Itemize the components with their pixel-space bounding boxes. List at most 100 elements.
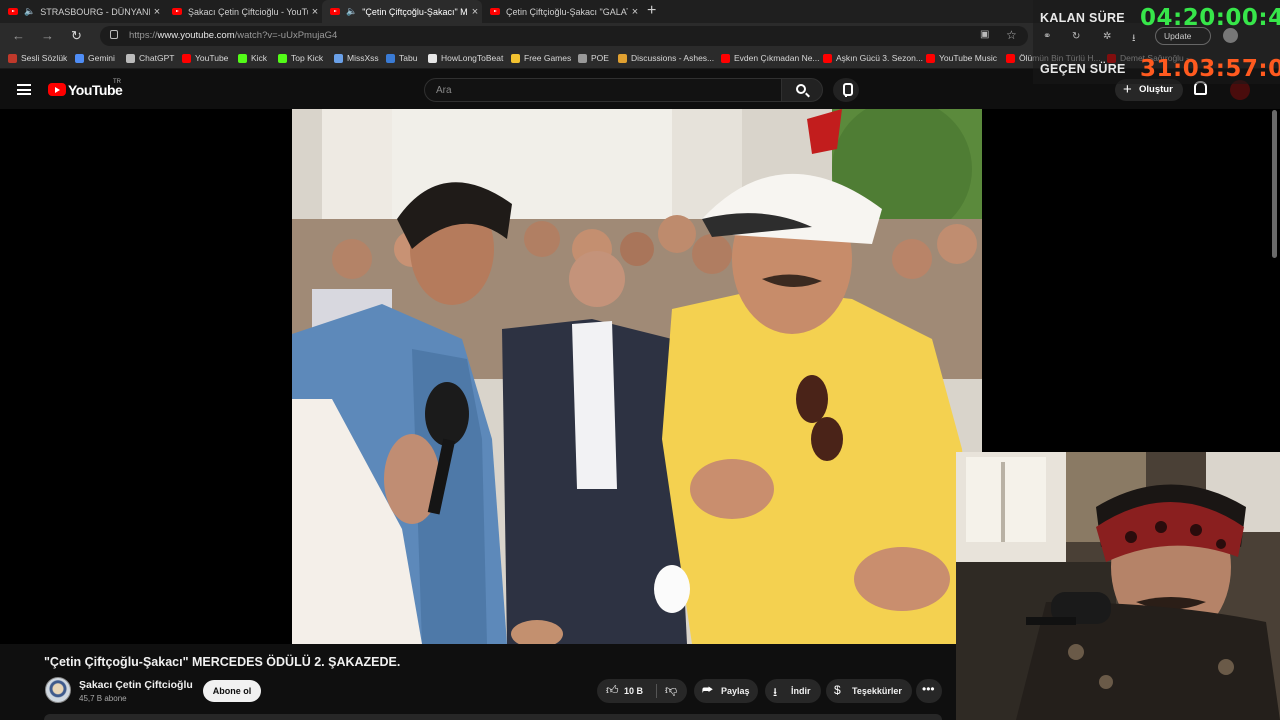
- bookmark-item[interactable]: HowLongToBeat: [428, 53, 503, 63]
- bookmark-label: YouTube Music: [939, 53, 997, 63]
- bookmark-item[interactable]: Aşkın Gücü 3. Sezon...: [823, 53, 923, 63]
- bookmark-favicon-icon: [511, 53, 520, 63]
- tab-title: "Çetin Çiftçoğlu-Şakacı" MERC: [362, 6, 468, 17]
- youtube-favicon-icon: [8, 8, 18, 15]
- channel-avatar[interactable]: [45, 677, 71, 703]
- bookmark-label: Discussions - Ashes...: [631, 53, 715, 63]
- tab-title: Çetin Çiftçioğlu-Şakacı "GALATA K: [506, 6, 628, 17]
- bookmark-favicon-icon: [428, 53, 437, 63]
- bookmark-label: Tabu: [399, 53, 418, 63]
- like-count: 10 B: [624, 686, 644, 696]
- close-tab-icon[interactable]: ×: [628, 6, 642, 18]
- close-tab-icon[interactable]: ×: [308, 6, 322, 18]
- hamburger-menu-icon[interactable]: [17, 84, 31, 95]
- create-label: Oluştur: [1139, 84, 1173, 95]
- download-button[interactable]: ⭳ İndir: [765, 679, 821, 703]
- thumbs-up-icon: 👍︎: [606, 683, 619, 697]
- download-icon[interactable]: ⭳: [1132, 31, 1136, 48]
- forward-arrow-icon[interactable]: →: [41, 28, 54, 43]
- like-dislike-group: 👍︎ 10 B 👎︎: [597, 679, 687, 703]
- bookmark-label: ChatGPT: [139, 53, 175, 63]
- bookmark-item[interactable]: Discussions - Ashes...: [618, 53, 714, 63]
- more-horizontal-icon: •••: [922, 682, 935, 696]
- download-label: İndir: [791, 686, 811, 696]
- share-button[interactable]: ⮫ Paylaş: [694, 679, 758, 703]
- bookmark-item[interactable]: Tabu: [386, 53, 417, 63]
- bookmark-label: YouTube: [195, 53, 229, 63]
- close-tab-icon[interactable]: ×: [468, 6, 482, 18]
- voice-search-mic-icon[interactable]: [833, 78, 859, 102]
- bookmark-label: Kick: [251, 53, 268, 63]
- channel-name[interactable]: Şakacı Çetin Çiftcioğlu: [79, 679, 193, 691]
- sync-icon[interactable]: ↻: [1072, 31, 1080, 42]
- webcam-picture: [956, 452, 1280, 720]
- bookmark-item[interactable]: Gemini: [75, 53, 115, 63]
- video-frame[interactable]: [292, 109, 982, 644]
- elapsed-label: GEÇEN SÜRE: [1040, 62, 1126, 76]
- bookmark-item[interactable]: YouTube: [182, 53, 228, 63]
- share-label: Paylaş: [721, 686, 750, 696]
- bookmark-favicon-icon: [721, 53, 730, 63]
- remaining-time: 04:20:00:49: [1140, 5, 1280, 31]
- new-tab-icon[interactable]: +: [647, 2, 656, 20]
- bookmark-item[interactable]: Top Kick: [278, 53, 323, 63]
- browser-tab-active[interactable]: 🔈 "Çetin Çiftçoğlu-Şakacı" MERC ×: [322, 0, 482, 23]
- reload-icon[interactable]: ↻: [71, 28, 82, 44]
- bookmark-item[interactable]: Free Games: [511, 53, 571, 63]
- search-input[interactable]: Ara: [424, 78, 782, 102]
- browser-tab[interactable]: Çetin Çiftçioğlu-Şakacı "GALATA K ×: [482, 0, 642, 23]
- bookmark-item[interactable]: Sesli Sözlük: [8, 53, 67, 63]
- bookmark-favicon-icon: [823, 53, 832, 63]
- dislike-button[interactable]: 👎︎: [657, 679, 687, 703]
- stream-timer-overlay: ⚭ ↻ ✲ ⭳ Update KALAN SÜRE 04:20:00:49 GE…: [1033, 0, 1280, 84]
- bookmark-label: MissXss: [347, 53, 379, 63]
- bookmark-favicon-icon: [618, 53, 627, 63]
- youtube-favicon-icon: [330, 8, 340, 15]
- subscribe-button[interactable]: Abone ol: [203, 680, 261, 702]
- bookmark-item[interactable]: POE: [578, 53, 609, 63]
- browser-tab[interactable]: 🔈 STRASBOURG - DÜNYANIN E ×: [0, 0, 164, 23]
- description-box[interactable]: [44, 714, 942, 720]
- youtube-logo-icon[interactable]: [48, 83, 66, 96]
- tab-title: STRASBOURG - DÜNYANIN E: [40, 6, 150, 17]
- page-scrollbar[interactable]: [1272, 110, 1277, 258]
- close-tab-icon[interactable]: ×: [150, 6, 164, 18]
- bookmark-favicon-icon: [386, 53, 395, 63]
- bookmark-favicon-icon: [238, 53, 247, 63]
- bookmark-item[interactable]: Kick: [238, 53, 267, 63]
- bookmark-favicon-icon: [1006, 53, 1015, 63]
- video-frame-picture: [292, 109, 982, 644]
- bookmark-item[interactable]: YouTube Music: [926, 53, 997, 63]
- remaining-label: KALAN SÜRE: [1040, 11, 1125, 25]
- search-button[interactable]: [781, 78, 823, 102]
- speaker-icon[interactable]: 🔈: [24, 6, 35, 17]
- extension-icon[interactable]: ⚭: [1043, 31, 1051, 42]
- bookmark-item[interactable]: ChatGPT: [126, 53, 174, 63]
- bookmark-label: HowLongToBeat: [441, 53, 504, 63]
- install-app-icon[interactable]: ▣: [980, 29, 989, 40]
- bookmark-favicon-icon: [75, 53, 84, 63]
- youtube-favicon-icon: [172, 8, 182, 15]
- search-icon: [796, 84, 806, 94]
- bookmark-favicon-icon: [8, 53, 17, 63]
- more-actions-button[interactable]: •••: [916, 679, 942, 703]
- like-button[interactable]: 👍︎ 10 B: [597, 679, 655, 703]
- streamer-webcam: [956, 452, 1280, 720]
- thanks-button[interactable]: $ Teşekkürler: [826, 679, 912, 703]
- extension-puzzle-icon[interactable]: ✲: [1103, 31, 1111, 42]
- bookmark-label: POE: [591, 53, 609, 63]
- bookmark-label: Sesli Sözlük: [21, 53, 68, 63]
- bookmark-item[interactable]: Evden Çıkmadan Ne...: [721, 53, 820, 63]
- share-arrow-icon: ⮫: [702, 683, 714, 697]
- browser-tab[interactable]: Şakacı Çetin Çiftcioğlu - YouTube ×: [164, 0, 322, 23]
- back-arrow-icon[interactable]: ←: [12, 28, 25, 43]
- bookmark-label: Evden Çıkmadan Ne...: [734, 53, 820, 63]
- star-bookmark-icon[interactable]: ☆: [1006, 28, 1017, 42]
- address-bar[interactable]: https://www.youtube.com/watch?v=-uUxPmuj…: [100, 26, 1028, 46]
- thanks-dollar-icon: $: [834, 683, 841, 697]
- bookmark-label: Gemini: [88, 53, 115, 63]
- url-text[interactable]: https://www.youtube.com/watch?v=-uUxPmuj…: [129, 30, 337, 41]
- region-code: TR: [113, 79, 121, 85]
- bookmark-item[interactable]: MissXss: [334, 53, 379, 63]
- speaker-icon[interactable]: 🔈: [346, 6, 357, 17]
